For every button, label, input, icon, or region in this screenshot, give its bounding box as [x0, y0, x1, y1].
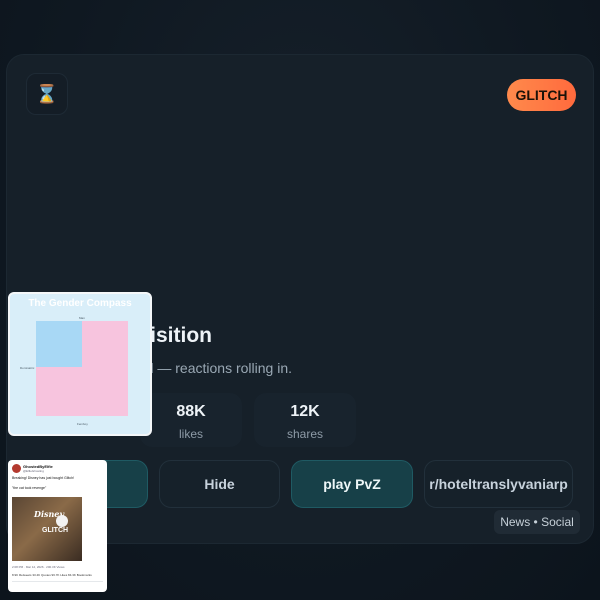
- likes-stat: 88K likes: [140, 393, 242, 447]
- compass-top-label: Man: [79, 316, 85, 320]
- compass-quadrant-bottom: [36, 367, 128, 416]
- shares-stat: 12K shares: [254, 393, 356, 447]
- gender-compass-thumbnail[interactable]: The Gender Compass Man Dominatrix Femboy: [8, 292, 152, 436]
- glitch-badge: GLITCH: [507, 79, 576, 111]
- compass-quadrant-top-left: [36, 321, 82, 367]
- subreddit-link-button[interactable]: r/hoteltranslyvaniarp: [424, 460, 573, 508]
- compass-left-label: Dominatrix: [20, 366, 35, 370]
- hide-button[interactable]: Hide: [159, 460, 280, 508]
- shares-label: shares: [286, 427, 324, 441]
- compass-grid: [36, 321, 128, 416]
- skull-icon: [56, 515, 68, 527]
- tweet-author-handle: @ElfieGhosting: [23, 469, 44, 473]
- compass-bottom-label: Femboy: [77, 422, 88, 426]
- glitch-logo: GLITCH: [42, 527, 69, 534]
- avatar: [12, 464, 21, 473]
- tweet-quote: "the cat took revenge": [12, 486, 47, 490]
- hourglass-icon[interactable]: ⌛: [26, 73, 68, 115]
- play-pvz-button[interactable]: play PvZ: [291, 460, 413, 508]
- compass-title: The Gender Compass: [28, 298, 132, 309]
- tweet-image: Disney GLITCH: [12, 497, 82, 561]
- category-tag: News • Social: [494, 510, 580, 534]
- tweet-stats: 8.9K Retweets 33.4K Quotes 96.7K Likes 8…: [12, 573, 92, 577]
- shares-count: 12K: [290, 403, 320, 420]
- compass-quadrant-top-right: [82, 321, 128, 367]
- tweet-text: Breaking! Disney has just bought Glitch!: [12, 476, 75, 480]
- likes-label: likes: [178, 427, 203, 441]
- likes-count: 88K: [176, 403, 206, 420]
- tweet-action-bar: [12, 581, 103, 587]
- tweet-thumbnail[interactable]: GhostedByElfie @ElfieGhosting Breaking! …: [8, 460, 107, 592]
- tweet-meta: 2:08 PM · Mar 12, 2026 · 200.3K Views: [12, 565, 65, 569]
